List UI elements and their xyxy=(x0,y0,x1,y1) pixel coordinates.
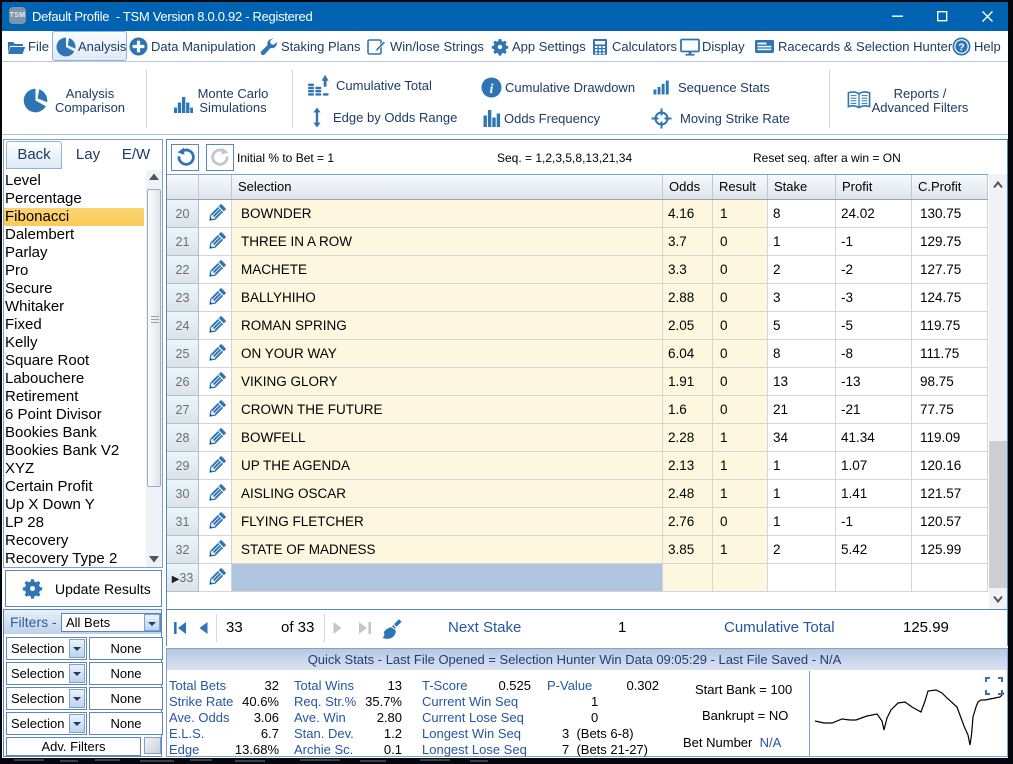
svg-text:i: i xyxy=(490,82,494,97)
svg-text:?: ? xyxy=(958,41,964,53)
